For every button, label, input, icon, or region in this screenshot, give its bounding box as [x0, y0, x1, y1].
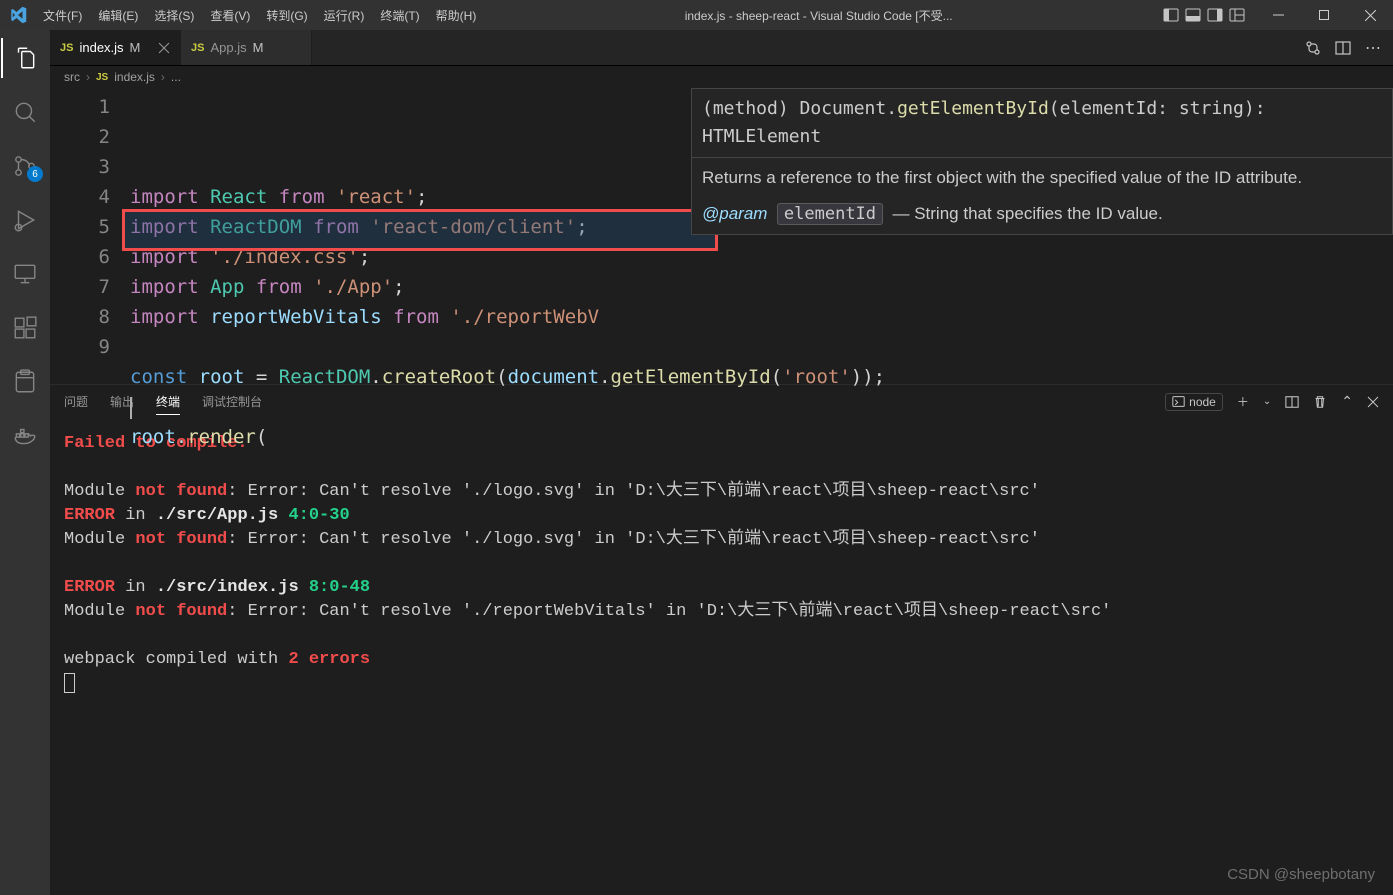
minimize-button[interactable]: [1255, 0, 1301, 30]
breadcrumb-folder: src: [64, 70, 80, 84]
maximize-button[interactable]: [1301, 0, 1347, 30]
customize-layout-icon[interactable]: [1229, 7, 1245, 23]
bottom-panel: 问题 输出 终端 调试控制台 node ＋ ⌄ ⌃ Failed to: [50, 384, 1393, 895]
js-file-icon: JS: [60, 42, 73, 54]
activity-todo[interactable]: [1, 362, 49, 402]
tab-actions: ⋯: [1293, 30, 1393, 65]
activity-run-debug[interactable]: [1, 200, 49, 240]
breadcrumb-more: ...: [171, 70, 181, 84]
hover-param: @param elementId — String that specifies…: [702, 200, 1382, 228]
title-bar: 文件(F) 编辑(E) 选择(S) 查看(V) 转到(G) 运行(R) 终端(T…: [0, 0, 1393, 30]
menu-bar: 文件(F) 编辑(E) 选择(S) 查看(V) 转到(G) 运行(R) 终端(T…: [35, 0, 484, 30]
window-title: index.js - sheep-react - Visual Studio C…: [484, 7, 1153, 24]
tab-label: index.js: [79, 40, 123, 55]
js-file-icon: JS: [96, 72, 108, 83]
menu-run[interactable]: 运行(R): [316, 0, 373, 30]
activity-explorer[interactable]: [1, 38, 49, 78]
chevron-right-icon: ›: [86, 70, 90, 84]
toggle-secondary-sidebar-icon[interactable]: [1207, 7, 1223, 23]
toggle-primary-sidebar-icon[interactable]: [1163, 7, 1179, 23]
chevron-right-icon: ›: [161, 70, 165, 84]
editor[interactable]: 123456789 import React from 'react';impo…: [50, 88, 1393, 384]
activity-remote[interactable]: [1, 254, 49, 294]
split-editor-icon[interactable]: [1335, 40, 1351, 56]
tab-label: App.js: [210, 40, 246, 55]
toggle-panel-icon[interactable]: [1185, 7, 1201, 23]
close-button[interactable]: [1347, 0, 1393, 30]
activity-bar: 6: [0, 30, 50, 895]
tab-modified: M: [253, 40, 264, 55]
watermark: CSDN @sheepbotany: [1227, 866, 1375, 883]
breadcrumbs[interactable]: src › JS index.js › ...: [50, 66, 1393, 88]
activity-docker[interactable]: [1, 416, 49, 456]
hover-description: Returns a reference to the first object …: [702, 164, 1382, 192]
menu-file[interactable]: 文件(F): [35, 0, 90, 30]
activity-extensions[interactable]: [1, 308, 49, 348]
tab-modified: M: [130, 40, 141, 55]
compare-changes-icon[interactable]: [1305, 40, 1321, 56]
activity-scm[interactable]: 6: [1, 146, 49, 186]
activity-search[interactable]: [1, 92, 49, 132]
vscode-logo-icon: [0, 6, 35, 24]
scm-badge: 6: [27, 166, 43, 182]
menu-view[interactable]: 查看(V): [202, 0, 258, 30]
menu-help[interactable]: 帮助(H): [428, 0, 485, 30]
more-actions-icon[interactable]: ⋯: [1365, 38, 1381, 58]
menu-terminal[interactable]: 终端(T): [372, 0, 427, 30]
tab-index-js[interactable]: JS index.js M: [50, 30, 181, 65]
breadcrumb-file: index.js: [114, 70, 155, 84]
js-file-icon: JS: [191, 42, 204, 54]
panel-tab-problems[interactable]: 问题: [64, 389, 88, 414]
line-gutter: 123456789: [50, 88, 130, 384]
window-controls: [1255, 0, 1393, 30]
menu-go[interactable]: 转到(G): [258, 0, 315, 30]
terminal-output[interactable]: Failed to compile. Module not found: Err…: [50, 418, 1393, 895]
hover-tooltip: (method) Document.getElementById(element…: [691, 88, 1393, 235]
tab-app-js[interactable]: JS App.js M: [181, 30, 312, 65]
hover-signature: (method) Document.getElementById(element…: [702, 95, 1382, 151]
editor-tab-bar: JS index.js M JS App.js M ⋯: [50, 30, 1393, 66]
menu-selection[interactable]: 选择(S): [146, 0, 202, 30]
close-icon[interactable]: [158, 42, 170, 54]
menu-edit[interactable]: 编辑(E): [90, 0, 146, 30]
layout-controls: [1153, 7, 1255, 23]
